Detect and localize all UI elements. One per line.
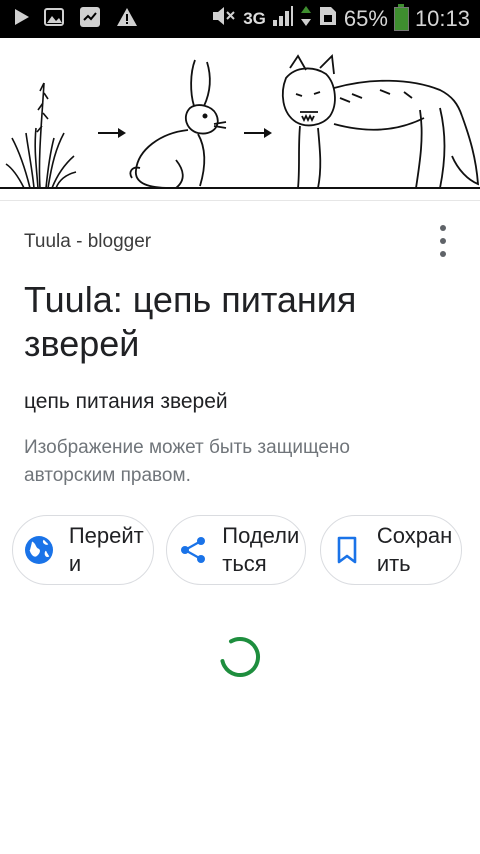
grass-icon xyxy=(5,82,77,189)
screenshot-icon xyxy=(78,5,102,34)
result-subtitle: цепь питания зверей xyxy=(24,390,228,413)
divider xyxy=(0,200,480,201)
arrow-right-icon xyxy=(244,128,272,138)
result-image[interactable] xyxy=(0,38,480,203)
save-button[interactable]: Сохранить xyxy=(320,515,462,585)
signal-icon xyxy=(272,5,294,33)
warning-icon xyxy=(116,7,138,32)
visit-button[interactable]: Перейти xyxy=(12,515,154,585)
network-type: 3G xyxy=(243,9,266,28)
battery-icon xyxy=(393,4,409,31)
play-icon xyxy=(14,8,30,31)
share-label: Поделиться xyxy=(222,523,300,576)
battery-percent: 65% xyxy=(343,6,388,31)
loading-spinner xyxy=(218,635,262,679)
visit-label: Перейти xyxy=(68,523,144,576)
status-bar: 3G 65% 10:13 xyxy=(0,0,480,38)
source-label[interactable]: Tuula - blogger xyxy=(24,231,151,253)
bookmark-icon xyxy=(331,533,363,567)
result-title[interactable]: Tuula: цепь питания зверей xyxy=(24,278,444,366)
wolf-icon xyxy=(281,54,480,189)
image-icon xyxy=(44,7,64,31)
arrow-right-icon xyxy=(98,128,126,138)
clock: 10:13 xyxy=(414,6,470,31)
globe-icon xyxy=(23,533,55,567)
more-vert-icon xyxy=(440,225,446,231)
more-options-button[interactable] xyxy=(430,222,456,260)
copyright-note: Изображение может быть защищено авторски… xyxy=(24,437,350,486)
data-transfer-icon xyxy=(300,5,312,33)
save-label: Сохранить xyxy=(376,523,453,576)
hare-icon xyxy=(129,59,227,189)
sim-icon xyxy=(318,5,338,33)
share-button[interactable]: Поделиться xyxy=(166,515,306,585)
food-chain-illustration xyxy=(0,54,480,189)
share-icon xyxy=(177,533,208,567)
mute-icon xyxy=(211,5,237,33)
